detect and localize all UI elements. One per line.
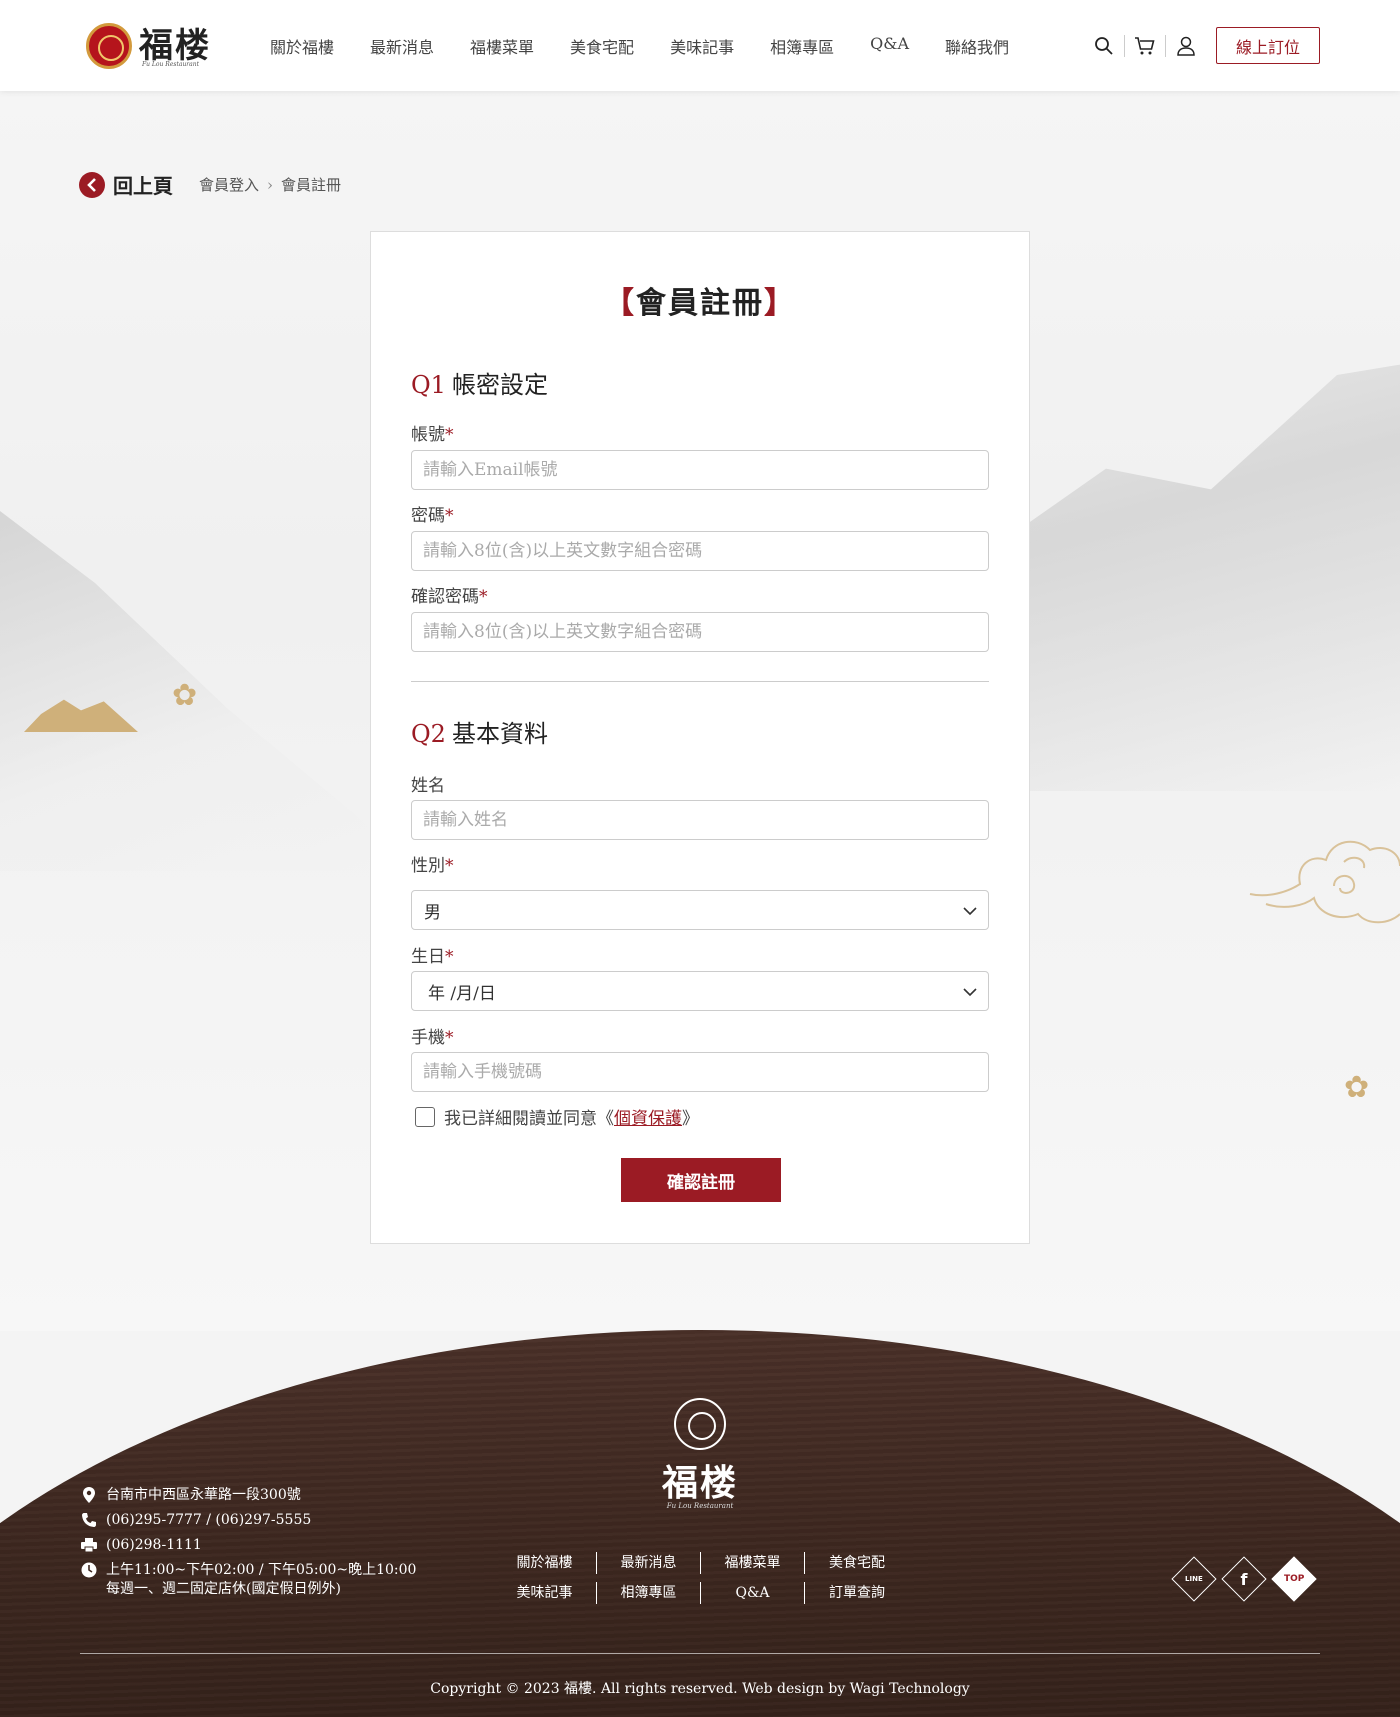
online-booking-button[interactable]: 線上訂位 — [1216, 27, 1320, 64]
account-email-input[interactable] — [411, 450, 989, 490]
birthday-label: 生日* — [411, 947, 454, 967]
breadcrumb-login[interactable]: 會員登入 — [199, 174, 259, 195]
account-label: 帳號* — [411, 425, 454, 445]
back-to-top-button[interactable]: TOP — [1271, 1556, 1317, 1602]
copyright: Copyright © 2023 福樓. All rights reserved… — [430, 1681, 970, 1697]
footer-hours: 上午11:00~下午02:00 / 下午05:00~晚上10:00 — [106, 1562, 417, 1578]
footer-divider — [80, 1653, 1320, 1654]
footer-address: 台南市中西區永華路一段300號 — [106, 1487, 301, 1503]
phone-icon — [80, 1511, 98, 1529]
confirm-password-label: 確認密碼* — [411, 587, 488, 607]
nav-album[interactable]: 相簿專區 — [770, 34, 834, 58]
chevron-down-icon — [963, 907, 977, 916]
footer-link-about[interactable]: 關於福樓 — [493, 1552, 597, 1574]
gender-label: 性別* — [411, 856, 454, 876]
footer-closed-days: 每週一、週二固定店休(國定假日例外) — [106, 1581, 341, 1597]
user-icon[interactable] — [1174, 34, 1198, 58]
agree-checkbox[interactable] — [415, 1106, 435, 1127]
search-icon[interactable] — [1092, 34, 1116, 58]
birthday-value: 年 /月/日 — [428, 983, 496, 1004]
breadcrumb: 回上頁 會員登入 › 會員註冊 — [79, 170, 341, 199]
section-title: 帳密設定 — [451, 371, 548, 399]
title-bracket-close: 】 — [764, 286, 796, 321]
social-links: LINE f TOP — [1171, 1556, 1328, 1602]
section-title: 基本資料 — [451, 720, 548, 748]
name-label: 姓名 — [411, 776, 445, 796]
title-bracket-open: 【 — [604, 286, 636, 321]
header-divider — [1165, 35, 1166, 57]
footer-link-stories[interactable]: 美味記事 — [493, 1582, 597, 1604]
page-title: 【會員註冊】 — [371, 278, 1029, 322]
contact-info: 台南市中西區永華路一段300號 (06)295-7777 / (06)297-5… — [80, 1486, 416, 1605]
confirm-register-button[interactable]: 確認註冊 — [621, 1158, 781, 1202]
logo-emblem-icon — [674, 1398, 726, 1450]
breadcrumb-separator: › — [267, 175, 274, 194]
section-basic-info: Q2 基本資料 — [411, 714, 548, 749]
confirm-password-input[interactable] — [411, 612, 989, 652]
footer-links: 關於福樓 最新消息 福樓菜單 美食宅配 美味記事 相簿專區 Q&A 訂單查詢 — [493, 1552, 909, 1612]
privacy-policy-link[interactable]: 個資保護 — [614, 1104, 682, 1129]
logo-subtitle: Fu Lou Restaurant — [142, 61, 200, 68]
mobile-phone-input[interactable] — [411, 1052, 989, 1092]
back-link[interactable]: 回上頁 — [113, 170, 173, 199]
main-nav: 關於福樓 最新消息 福樓菜單 美食宅配 美味記事 相簿專區 Q&A 聯絡我們 — [270, 34, 1045, 58]
flower-icon: ✿ — [1344, 1070, 1370, 1105]
agree-text: 我已詳細閱讀並同意《 — [444, 1109, 614, 1129]
nav-news[interactable]: 最新消息 — [370, 34, 434, 58]
section-number: Q1 — [411, 371, 446, 399]
section-divider — [411, 681, 989, 682]
site-footer: 福楼 Fu Lou Restaurant 台南市中西區永華路一段300號 (06… — [0, 1330, 1400, 1717]
header-divider — [1124, 35, 1125, 57]
birthday-date-input[interactable]: 年 /月/日 — [411, 971, 989, 1011]
footer-link-news[interactable]: 最新消息 — [597, 1552, 701, 1574]
footer-logo-text: 福楼 — [661, 1462, 738, 1504]
nav-about[interactable]: 關於福樓 — [270, 34, 334, 58]
footer-link-album[interactable]: 相簿專區 — [597, 1582, 701, 1604]
fax-icon — [80, 1536, 98, 1554]
nav-contact[interactable]: 聯絡我們 — [945, 34, 1009, 58]
footer-link-delivery[interactable]: 美食宅配 — [805, 1552, 909, 1574]
cloud-decoration — [1249, 840, 1400, 924]
mountain-decoration — [980, 364, 1400, 791]
footer-fax: (06)298-1111 — [106, 1537, 202, 1553]
footer-link-order-query[interactable]: 訂單查詢 — [805, 1582, 909, 1604]
register-form-card: 【會員註冊】 Q1帳密設定 帳號* 密碼* 確認密碼* Q2基本資料 姓名 性別… — [370, 231, 1030, 1244]
nav-menu[interactable]: 福樓菜單 — [470, 34, 534, 58]
footer-logo-subtitle: Fu Lou Restaurant — [666, 1502, 734, 1510]
chevron-down-icon — [963, 988, 977, 997]
footer-logo[interactable]: 福楼 Fu Lou Restaurant — [660, 1398, 740, 1518]
nav-delivery[interactable]: 美食宅配 — [570, 34, 634, 58]
chevron-left-icon[interactable] — [79, 171, 105, 198]
phone-label: 手機* — [411, 1028, 454, 1048]
cart-icon[interactable] — [1133, 34, 1157, 58]
section-account: Q1 帳密設定 — [411, 365, 548, 400]
logo-text: 福楼 — [139, 26, 211, 66]
logo-emblem-icon — [86, 23, 132, 69]
nav-stories[interactable]: 美味記事 — [670, 34, 734, 58]
site-header: 福楼 Fu Lou Restaurant 關於福樓 最新消息 福樓菜單 美食宅配… — [0, 0, 1400, 91]
password-input[interactable] — [411, 531, 989, 571]
clock-icon — [80, 1561, 98, 1579]
site-logo[interactable]: 福楼 Fu Lou Restaurant — [86, 20, 209, 72]
breadcrumb-current: 會員註冊 — [281, 176, 342, 194]
location-pin-icon — [80, 1486, 98, 1504]
line-icon[interactable]: LINE — [1171, 1556, 1217, 1602]
name-input[interactable] — [411, 800, 989, 840]
title-text: 會員註冊 — [636, 286, 764, 321]
section-number: Q2 — [411, 720, 446, 748]
footer-phone: (06)295-7777 / (06)297-5555 — [106, 1512, 312, 1528]
header-icons — [1092, 34, 1198, 58]
privacy-agreement: 我已詳細閱讀並同意《 個資保護》 — [415, 1104, 699, 1129]
nav-qa[interactable]: Q&A — [870, 34, 909, 58]
facebook-icon[interactable]: f — [1221, 1556, 1267, 1602]
gender-select[interactable]: 男 — [411, 890, 989, 930]
flower-icon: ✿ — [172, 678, 198, 713]
footer-link-qa[interactable]: Q&A — [701, 1582, 805, 1604]
footer-link-menu[interactable]: 福樓菜單 — [701, 1552, 805, 1574]
agree-close: 》 — [682, 1109, 699, 1129]
gender-value: 男 — [424, 902, 441, 923]
password-label: 密碼* — [411, 506, 454, 526]
